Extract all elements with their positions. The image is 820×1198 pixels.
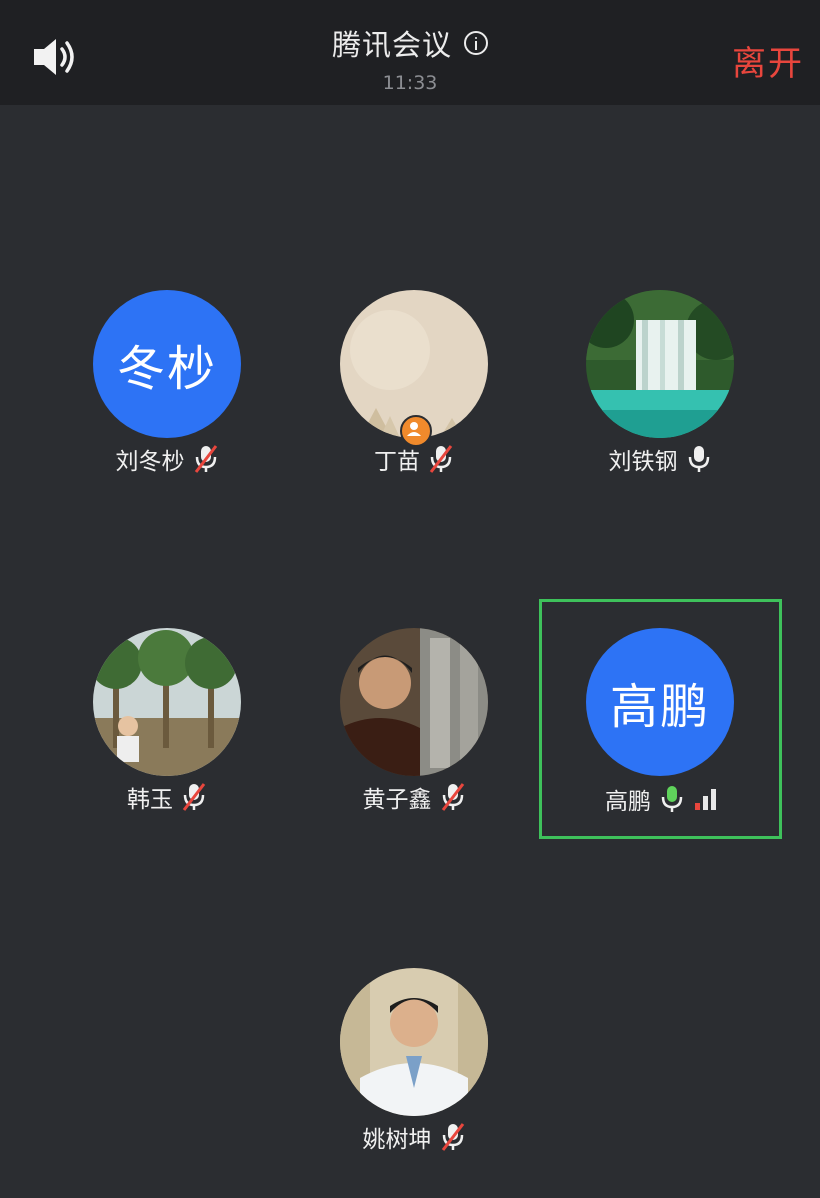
participant-name: 韩玉 xyxy=(127,787,173,813)
participant-name: 刘铁钢 xyxy=(608,449,678,475)
mic-speaking-icon xyxy=(661,786,683,812)
top-bar: 腾讯会议 11:33 离开 xyxy=(0,0,820,105)
avatar: 冬杪 xyxy=(93,290,241,438)
avatar xyxy=(586,290,734,438)
participant-name: 姚树坤 xyxy=(362,1127,432,1153)
participant-tile[interactable]: 黄子鑫 xyxy=(294,628,534,858)
participant-name: 黄子鑫 xyxy=(362,787,432,813)
avatar xyxy=(340,968,488,1116)
active-speaker-tile[interactable]: 高鹏 高鹏 xyxy=(539,599,782,839)
avatar xyxy=(93,628,241,776)
mic-muted-icon xyxy=(182,783,206,811)
signal-strength-icon xyxy=(695,788,716,810)
avatar xyxy=(340,628,488,776)
participant-tile[interactable]: 丁苗 xyxy=(294,290,534,520)
info-icon[interactable] xyxy=(464,31,488,55)
meeting-title[interactable]: 腾讯会议 xyxy=(332,22,488,64)
participant-tile[interactable]: 姚树坤 xyxy=(294,968,534,1198)
leave-button[interactable]: 离开 xyxy=(732,36,804,85)
participant-tile[interactable]: 韩玉 xyxy=(47,628,287,858)
meeting-title-text: 腾讯会议 xyxy=(331,28,452,62)
participant-name: 高鹏 xyxy=(605,789,651,815)
mic-muted-icon xyxy=(429,445,453,473)
participant-name: 丁苗 xyxy=(374,449,420,475)
participant-tile[interactable]: 刘铁钢 xyxy=(540,290,780,520)
participant-name: 刘冬杪 xyxy=(115,449,185,475)
avatar: 高鹏 xyxy=(586,628,734,776)
mic-muted-icon xyxy=(194,445,217,473)
mic-icon xyxy=(688,446,709,472)
mic-muted-icon xyxy=(441,1123,464,1151)
meeting-time: 11:33 xyxy=(382,72,438,94)
mic-muted-icon xyxy=(441,783,464,811)
participant-tile[interactable]: 冬杪 刘冬杪 xyxy=(47,290,287,520)
